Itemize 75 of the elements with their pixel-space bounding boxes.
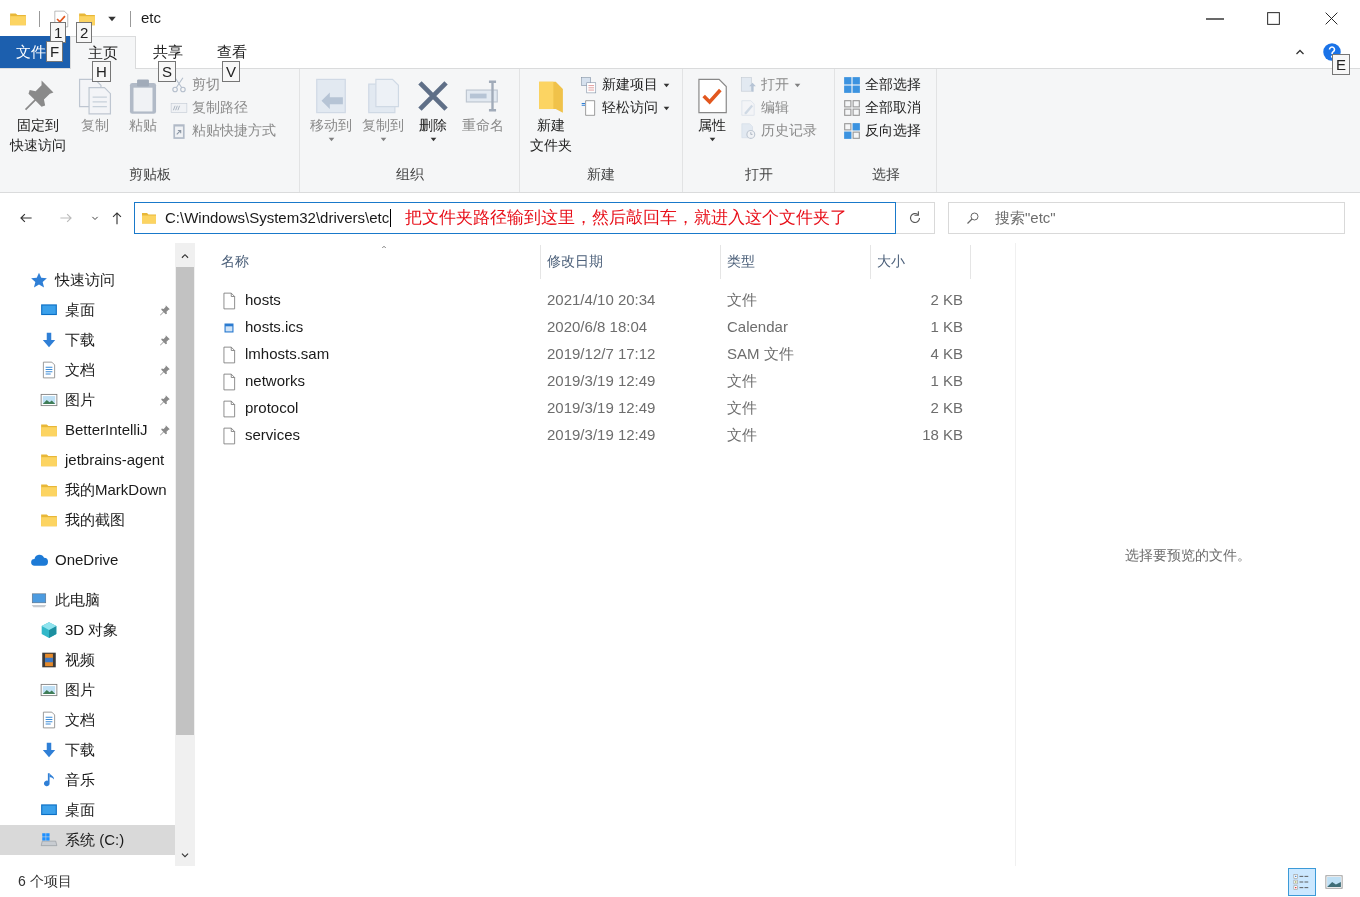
nav-item[interactable]: 视频 <box>0 645 175 675</box>
nav-item[interactable]: 此电脑 <box>0 585 175 615</box>
nav-item[interactable]: 音乐 <box>0 765 175 795</box>
ribbon-button[interactable]: 新建 文件夹 <box>526 73 576 166</box>
ribbon-button[interactable]: 轻松访问 <box>578 98 673 118</box>
address-path: C:\Windows\System32\drivers\etc <box>165 208 392 228</box>
column-header[interactable]: 类型 <box>721 245 871 279</box>
nav-item[interactable]: 我的MarkDown <box>0 475 175 505</box>
file-name[interactable]: networks <box>245 372 306 391</box>
type-cell-text: Calendar <box>726 318 789 337</box>
nav-item[interactable]: 下载 <box>0 735 175 765</box>
keytip-tooltip: V <box>222 61 240 82</box>
nav-item[interactable]: 我的截图 <box>0 505 175 535</box>
nav-item[interactable]: 3D 对象 <box>0 615 175 645</box>
file-name[interactable]: hosts.ics <box>245 318 304 337</box>
ribbon-button[interactable]: 全部选择 <box>841 75 923 95</box>
nav-item[interactable]: 图片 <box>0 675 175 705</box>
date-cell-text: 2019/3/19 12:49 <box>546 372 657 391</box>
search-box[interactable]: 搜索"etc" <box>948 202 1345 234</box>
nav-item[interactable]: BetterIntelliJ <box>0 415 175 445</box>
type-cell-text: 文件 <box>726 399 758 418</box>
group-label: 选择 <box>870 166 901 184</box>
address-field[interactable]: C:\Windows\System32\drivers\etc 把文件夹路径输到这里，然后敲回车，就进入这个文件夹了 <box>134 202 896 234</box>
nav-item[interactable]: 文档 <box>0 705 175 735</box>
nav-item[interactable]: jetbrains-agent <box>0 445 175 475</box>
file-name[interactable]: protocol <box>245 399 299 418</box>
type-cell-text: SAM 文件 <box>726 345 795 364</box>
item-count: 6 个项目 <box>18 872 72 891</box>
file-name[interactable]: services <box>245 426 300 445</box>
date-cell-text: 2021/4/10 20:34 <box>546 291 657 310</box>
group-label: 新建 <box>586 166 616 184</box>
group-label: 组织 <box>394 166 425 184</box>
size-cell-text: 4 KB <box>930 345 964 363</box>
ribbon-button[interactable]: 固定到 快速访问 <box>6 73 70 166</box>
ribbon-button[interactable]: 删除 <box>410 73 456 166</box>
ribbon-button[interactable]: 新建项目 <box>578 75 673 95</box>
keytip-tooltip: H <box>92 61 111 82</box>
column-header[interactable]: 修改日期 <box>541 245 721 279</box>
annotation-text: 把文件夹路径输到这里，然后敲回车，就进入这个文件夹了 <box>405 207 848 229</box>
date-cell-text: 2020/6/8 18:04 <box>546 318 649 337</box>
ribbon-button[interactable]: 反向选择 <box>841 121 923 141</box>
nav-item[interactable]: 桌面 <box>0 795 175 825</box>
keytip-tooltip: E <box>1332 54 1350 75</box>
nav-item[interactable]: 下载 <box>0 325 175 355</box>
nav-item[interactable]: 系统 (C:) <box>0 825 175 855</box>
file-name[interactable]: lmhosts.sam <box>245 345 330 364</box>
group-label: 打开 <box>743 166 774 184</box>
preview-message: 选择要预览的文件。 <box>1125 547 1251 563</box>
type-cell-text: 文件 <box>726 291 758 310</box>
group-label: 剪贴板 <box>127 166 172 184</box>
size-cell-text: 1 KB <box>930 372 964 390</box>
ribbon-button[interactable]: 全部取消 <box>841 98 923 118</box>
date-cell-text: 2019/3/19 12:49 <box>546 426 657 445</box>
keytip-tooltip: 2 <box>76 21 93 43</box>
nav-item[interactable]: 图片 <box>0 385 175 415</box>
nav-item[interactable]: 桌面 <box>0 295 175 325</box>
date-cell-text: 2019/3/19 12:49 <box>546 399 657 418</box>
type-cell-text: 文件 <box>726 372 758 391</box>
size-cell-text: 2 KB <box>930 291 964 309</box>
date-cell-text: 2019/12/7 17:12 <box>546 345 657 364</box>
type-cell-text: 文件 <box>726 426 758 445</box>
size-cell-text: 2 KB <box>930 399 964 417</box>
keytip-tooltip: F <box>46 41 64 62</box>
nav-item[interactable]: 快速访问 <box>0 265 175 295</box>
window-title: etc <box>141 9 161 28</box>
size-cell-text: 18 KB <box>922 426 964 444</box>
file-name[interactable]: hosts <box>245 291 281 310</box>
size-cell-text: 1 KB <box>930 318 964 336</box>
ribbon-button[interactable]: 属性 <box>689 73 735 166</box>
search-field[interactable]: 搜索"etc" <box>993 207 1293 229</box>
nav-item[interactable]: OneDrive <box>0 545 175 575</box>
keytip-tooltip: S <box>158 61 176 82</box>
column-header[interactable]: 大小 <box>871 245 971 279</box>
column-header[interactable]: 名称 <box>215 245 541 279</box>
nav-item[interactable]: 文档 <box>0 355 175 385</box>
